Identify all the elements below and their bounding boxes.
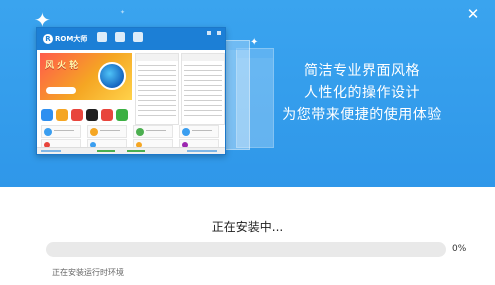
preview-window-back xyxy=(222,40,250,150)
rom-logo-icon: R xyxy=(43,34,53,44)
app-preview-screenshot: R ROM大师 风 火 轮 xyxy=(36,27,226,155)
home-icon xyxy=(97,32,107,42)
install-title: 正在安装中... xyxy=(211,220,284,234)
preview-logo: R ROM大师 xyxy=(43,33,87,45)
preview-titlebar: R ROM大师 xyxy=(37,28,225,50)
preview-list xyxy=(135,53,179,125)
slogan-line: 简洁专业界面风格 xyxy=(304,63,420,79)
app-icon xyxy=(116,109,128,121)
game-icon xyxy=(98,62,126,90)
preview-tile xyxy=(179,125,219,138)
minimize-icon xyxy=(207,31,211,35)
close-button[interactable]: ✕ xyxy=(465,6,481,22)
preview-list xyxy=(181,53,225,125)
preview-statusbar xyxy=(37,147,225,154)
preview-ad-banner: 风 火 轮 xyxy=(40,53,132,100)
toolbox-icon xyxy=(133,32,143,42)
preview-logo-text: ROM大师 xyxy=(55,35,88,43)
app-icon xyxy=(71,109,83,121)
install-progress-bar xyxy=(46,242,446,257)
app-icon xyxy=(56,109,68,121)
close-icon xyxy=(217,31,221,35)
app-icon xyxy=(41,109,53,121)
sparkle-icon: ✦ xyxy=(120,9,126,16)
install-status-text: 正在安装运行时环境 xyxy=(52,268,124,277)
preview-ad-button xyxy=(46,87,76,94)
slogan: 简洁专业界面风格 人性化的操作设计 为您带来便捷的使用体验 xyxy=(262,60,462,126)
preview-tile xyxy=(133,125,173,138)
preview-ad-text: 风 火 轮 xyxy=(45,61,79,71)
slogan-line: 人性化的操作设计 xyxy=(304,85,420,101)
sparkle-icon: ✦ xyxy=(250,37,259,48)
app-icon xyxy=(101,109,113,121)
app-icon xyxy=(86,109,98,121)
preview-tile xyxy=(87,125,127,138)
promo-banner: ✦ ✦ ✦ ✦ ✕ R ROM大师 风 火 轮 xyxy=(0,0,495,187)
download-icon xyxy=(115,32,125,42)
preview-tile xyxy=(41,125,81,138)
progress-percent-label: 0% xyxy=(452,244,467,254)
slogan-line: 为您带来便捷的使用体验 xyxy=(282,107,442,123)
